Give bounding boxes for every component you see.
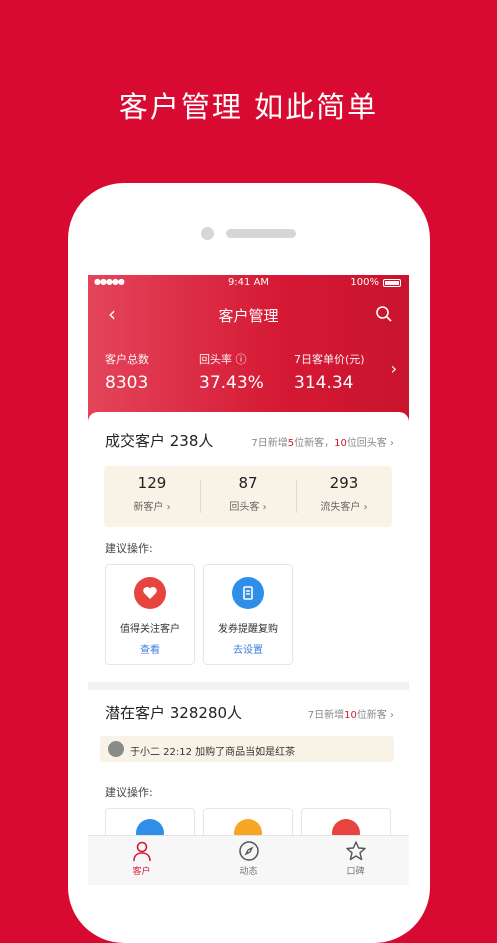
summary-caption: 新客户 › xyxy=(133,502,171,513)
coupon-icon xyxy=(232,577,264,609)
stat-value: 37.43% xyxy=(199,373,264,393)
sub-text: 7日新增 xyxy=(251,438,288,449)
card-title[interactable]: 成交客户 238人 xyxy=(105,430,213,451)
status-bar: ●●●●● 9:41 AM 100% xyxy=(88,275,409,291)
sub-text: 位回头客 xyxy=(346,438,387,449)
battery-icon xyxy=(383,279,401,287)
action-title: 发券提醒复购 xyxy=(218,624,278,635)
heart-icon xyxy=(134,577,166,609)
stats-more-chevron-icon[interactable]: › xyxy=(391,359,397,378)
summary-count: 293 xyxy=(329,474,359,492)
deal-customers-card: 成交客户 238人 7日新增5位新客，10位回头客 › 129 新客户 › 87… xyxy=(88,412,409,682)
bottom-tab-bar: 客户 动态 口碑 xyxy=(88,835,409,885)
sub-text: 位新客， xyxy=(294,438,335,449)
tab-customers[interactable]: 客户 xyxy=(88,840,195,877)
card-subtitle[interactable]: 7日新增5位新客，10位回头客 › xyxy=(251,434,394,449)
promo-headline: 客户管理 如此简单 xyxy=(118,90,379,124)
front-camera xyxy=(201,227,214,240)
stat-value: 8303 xyxy=(105,373,149,393)
stat-avg-order: 7日客单价(元) 314.34 xyxy=(294,351,365,393)
stat-return-rate: 回头率 ⓘ 37.43% xyxy=(199,351,264,393)
summary-count: 87 xyxy=(238,474,258,492)
header-panel: ●●●●● 9:41 AM 100% ‹ 客户管理 客户总数 8303 回头率 … xyxy=(88,275,409,435)
avatar xyxy=(108,741,124,757)
deal-summary-panel: 129 新客户 › 87 回头客 › 293 流失客户 › xyxy=(104,466,392,527)
stat-label: 回头率 ⓘ xyxy=(199,353,247,366)
sub-text: 7日新增 xyxy=(307,710,345,721)
compass-icon xyxy=(238,841,259,861)
nav-bar: ‹ 客户管理 xyxy=(88,303,409,327)
card-subtitle[interactable]: 7日新增10位新客 › xyxy=(308,706,394,721)
action-coupon-remind[interactable]: 发券提醒复购 去设置 xyxy=(203,564,293,665)
action-title: 值得关注客户 xyxy=(120,624,180,635)
action-link[interactable]: 查看 xyxy=(106,641,194,656)
tab-reputation[interactable]: 口碑 xyxy=(302,840,409,877)
action-watch-customers[interactable]: 值得关注客户 查看 xyxy=(105,564,195,665)
sub-text: 位新客 xyxy=(356,710,387,721)
stat-label: 客户总数 xyxy=(105,353,149,366)
suggestions-label: 建议操作: xyxy=(105,542,153,555)
activity-feed-item[interactable]: 于小二 22:12 加购了商品当如是红茶 xyxy=(100,736,394,762)
summary-caption: 流失客户 › xyxy=(320,502,368,513)
action-link[interactable]: 去设置 xyxy=(204,641,292,656)
earpiece-speaker xyxy=(226,229,296,238)
app-screen: ●●●●● 9:41 AM 100% ‹ 客户管理 客户总数 8303 回头率 … xyxy=(88,275,409,885)
sub-count: 10 xyxy=(334,438,347,449)
tab-label: 动态 xyxy=(239,867,258,877)
star-icon xyxy=(345,841,366,861)
stat-value: 314.34 xyxy=(294,373,354,393)
card-title[interactable]: 潜在客户 328280人 xyxy=(105,702,242,723)
summary-new-customers[interactable]: 129 新客户 › xyxy=(104,466,200,527)
tab-activity[interactable]: 动态 xyxy=(195,840,302,877)
summary-count: 129 xyxy=(137,474,167,492)
stat-total-customers: 客户总数 8303 xyxy=(105,351,149,393)
tab-label: 口碑 xyxy=(346,867,365,877)
suggestions-label: 建议操作: xyxy=(105,786,153,799)
tab-label: 客户 xyxy=(132,867,151,877)
summary-caption: 回头客 › xyxy=(229,502,267,513)
phone-frame: ●●●●● 9:41 AM 100% ‹ 客户管理 客户总数 8303 回头率 … xyxy=(68,183,430,943)
summary-returning-customers[interactable]: 87 回头客 › xyxy=(200,466,296,527)
activity-text: 于小二 22:12 加购了商品当如是红茶 xyxy=(130,747,296,758)
battery-level: 100% xyxy=(350,277,379,288)
stat-label: 7日客单价(元) xyxy=(294,353,365,366)
page-title: 客户管理 xyxy=(218,307,279,325)
summary-lost-customers[interactable]: 293 流失客户 › xyxy=(296,466,392,527)
search-icon[interactable] xyxy=(375,305,393,323)
sub-count: 10 xyxy=(344,710,357,721)
person-icon xyxy=(132,841,151,862)
